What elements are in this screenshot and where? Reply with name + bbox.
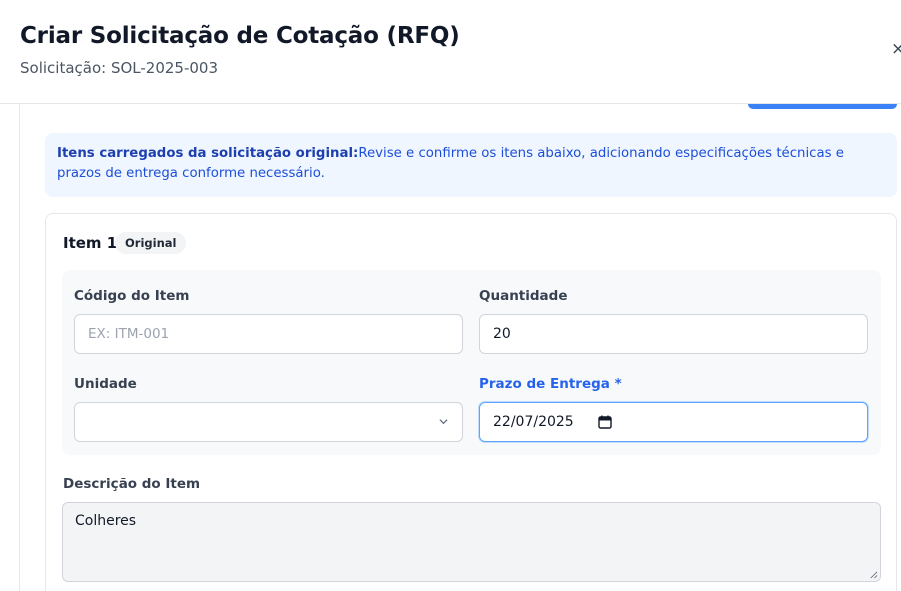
item-fields-panel: Código do Item EX: ITM-001 Quantidade 20… <box>62 270 881 455</box>
chevron-down-icon <box>439 419 448 425</box>
quantity-input[interactable]: 20 <box>479 314 868 354</box>
deadline-label: Prazo de Entrega * <box>479 376 622 392</box>
info-banner: Itens carregados da solicitação original… <box>45 133 897 197</box>
modal-subtitle: Solicitação: SOL-2025-003 <box>20 59 219 77</box>
quantity-label: Quantidade <box>479 288 568 304</box>
unit-label: Unidade <box>74 376 137 392</box>
description-textarea[interactable]: Colheres <box>62 502 881 582</box>
modal-title: Criar Solicitação de Cotação (RFQ) <box>20 23 460 49</box>
item-card: Item 1 Original Código do Item EX: ITM-0… <box>45 213 897 591</box>
info-banner-title: Itens carregados da solicitação original… <box>57 146 359 161</box>
resize-handle-icon[interactable] <box>869 570 878 579</box>
item-code-label: Código do Item <box>74 288 190 304</box>
item-title: Item 1 <box>63 234 118 252</box>
primary-button-edge[interactable] <box>748 104 897 109</box>
deadline-date-value: 22/07/2025 <box>493 414 574 430</box>
unit-select[interactable] <box>74 402 463 442</box>
content-divider <box>19 104 20 591</box>
calendar-icon[interactable] <box>598 415 612 429</box>
description-label: Descrição do Item <box>63 476 201 492</box>
modal-header: Criar Solicitação de Cotação (RFQ) Solic… <box>0 0 901 104</box>
description-value: Colheres <box>75 513 137 529</box>
deadline-date-input[interactable]: 22/07/2025 <box>479 402 868 442</box>
original-badge: Original <box>115 232 187 254</box>
item-code-input[interactable]: EX: ITM-001 <box>74 314 463 354</box>
close-icon[interactable]: × <box>891 38 901 60</box>
